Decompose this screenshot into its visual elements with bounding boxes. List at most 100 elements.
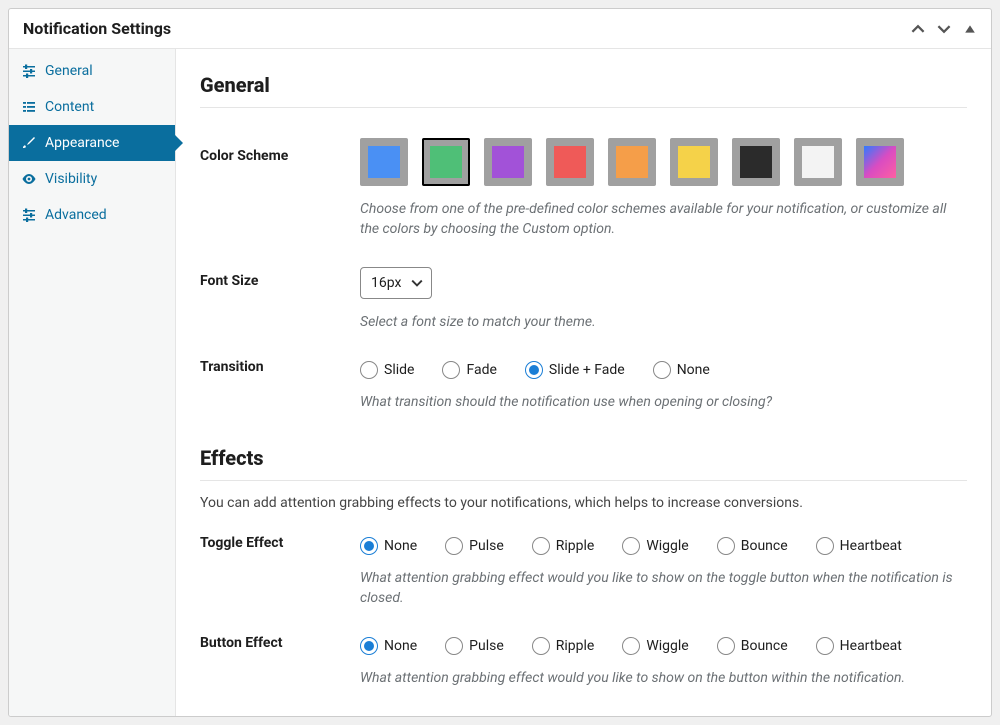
color-swatch-inner [678,146,710,178]
effects-intro: You can add attention grabbing effects t… [200,495,967,511]
button-effect-option[interactable]: None [360,637,417,655]
desc-toggle-effect: What attention grabbing effect would you… [360,569,967,608]
button-effect-option[interactable]: Bounce [717,637,788,655]
radio-icon [445,537,463,555]
transition-option[interactable]: Fade [442,361,496,379]
desc-font-size: Select a font size to match your theme. [360,313,967,333]
sidebar-item-advanced[interactable]: Advanced [9,197,175,233]
color-swatch-inner [802,146,834,178]
radio-icon [532,637,550,655]
panel-body: General Content Appearance Visibility Advanc… [9,49,991,716]
color-swatch-inner [554,146,586,178]
color-swatch[interactable] [484,138,532,186]
color-swatch-inner [368,146,400,178]
color-swatch[interactable] [732,138,780,186]
radio-icon [816,637,834,655]
list-icon [21,99,37,115]
color-swatch[interactable] [856,138,904,186]
label-color-scheme: Color Scheme [200,134,360,239]
toggle-effect-radios: None Pulse Ripple Wiggle Bounce Heartbeat [360,537,967,555]
label-transition: Transition [200,357,360,413]
transition-option[interactable]: Slide + Fade [525,361,625,379]
field-transition: Transition SlideFadeSlide + FadeNone Wha… [200,337,967,417]
radio-label: Heartbeat [840,538,902,554]
brush-icon [21,135,37,151]
color-swatch[interactable] [608,138,656,186]
field-color-scheme: Color Scheme Choose from one of the pre-… [200,114,967,243]
color-swatch-inner [864,146,896,178]
font-size-value: 16px [371,275,401,291]
font-size-select[interactable]: 16px [360,267,432,299]
label-button-effect: Button Effect [200,633,360,689]
color-swatch[interactable] [794,138,842,186]
toggle-triangle-icon[interactable] [963,22,977,36]
radio-icon [525,361,543,379]
button-effect-option[interactable]: Ripple [532,637,595,655]
sidebar-item-general[interactable]: General [9,53,175,89]
section-title-effects: Effects [200,446,967,481]
toggle-effect-option[interactable]: Pulse [445,537,504,555]
sidebar-item-label: General [45,63,93,79]
radio-icon [622,537,640,555]
panel-title: Notification Settings [23,19,911,38]
radio-label: None [384,638,417,654]
radio-label: Slide [384,362,414,378]
settings-panel: Notification Settings General Content Appe… [8,8,992,717]
sidebar-item-content[interactable]: Content [9,89,175,125]
radio-label: Wiggle [646,538,688,554]
radio-icon [360,537,378,555]
color-swatch[interactable] [422,138,470,186]
radio-icon [816,537,834,555]
section-title-general: General [200,73,967,108]
toggle-effect-option[interactable]: Ripple [532,537,595,555]
color-swatches [360,138,967,186]
sidebar-item-label: Visibility [45,171,97,187]
radio-label: Bounce [741,538,788,554]
sliders-icon [21,63,37,79]
radio-icon [360,637,378,655]
toggle-effect-option[interactable]: Heartbeat [816,537,902,555]
button-effect-radios: None Pulse Ripple Wiggle Bounce Heartbeat [360,637,967,655]
radio-label: Ripple [556,638,595,654]
color-swatch-inner [740,146,772,178]
color-swatch[interactable] [546,138,594,186]
radio-icon [622,637,640,655]
field-font-size: Font Size 16px Select a font size to mat… [200,243,967,337]
color-swatch[interactable] [360,138,408,186]
toggle-effect-option[interactable]: None [360,537,417,555]
button-effect-option[interactable]: Heartbeat [816,637,902,655]
sidebar-item-label: Advanced [45,207,107,223]
sidebar: General Content Appearance Visibility Advanc… [9,49,176,716]
panel-header: Notification Settings [9,9,991,49]
sidebar-item-label: Appearance [45,135,119,151]
header-actions [911,22,977,36]
radio-icon [717,537,735,555]
collapse-up-icon[interactable] [911,22,925,36]
radio-icon [360,361,378,379]
sidebar-item-appearance[interactable]: Appearance [9,125,175,161]
radio-label: Ripple [556,538,595,554]
radio-icon [532,537,550,555]
label-toggle-effect: Toggle Effect [200,533,360,608]
chevron-down-icon [411,277,423,289]
toggle-effect-option[interactable]: Wiggle [622,537,688,555]
radio-icon [445,637,463,655]
color-swatch[interactable] [670,138,718,186]
color-swatch-inner [616,146,648,178]
button-effect-option[interactable]: Pulse [445,637,504,655]
field-toggle-effect: Toggle Effect None Pulse Ripple Wiggle Bounc… [200,513,967,612]
transition-option[interactable]: Slide [360,361,414,379]
toggle-effect-option[interactable]: Bounce [717,537,788,555]
sliders-icon [21,207,37,223]
transition-option[interactable]: None [653,361,710,379]
label-font-size: Font Size [200,263,360,333]
radio-label: Pulse [469,638,504,654]
radio-label: Fade [466,362,496,378]
button-effect-option[interactable]: Wiggle [622,637,688,655]
expand-down-icon[interactable] [937,22,951,36]
radio-icon [653,361,671,379]
radio-icon [442,361,460,379]
color-swatch-inner [430,146,462,178]
radio-label: None [384,538,417,554]
sidebar-item-visibility[interactable]: Visibility [9,161,175,197]
